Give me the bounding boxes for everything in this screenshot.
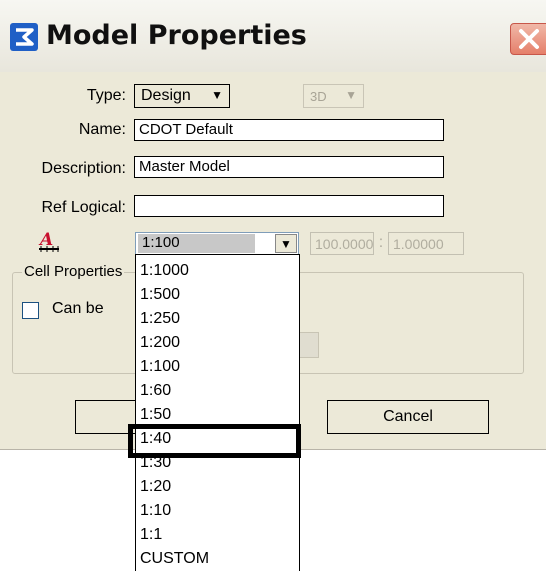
title-bar: Model Properties — [0, 0, 546, 72]
dropdown-option[interactable]: 1:20 — [140, 478, 171, 496]
annotation-scale-value: 1:100 — [138, 234, 255, 253]
dimension-value: 3D — [310, 89, 327, 104]
dropdown-option[interactable]: 1:60 — [140, 382, 171, 400]
close-button[interactable] — [510, 23, 546, 55]
chevron-down-icon — [299, 332, 319, 358]
description-field[interactable]: Master Model — [134, 156, 444, 178]
scale-ratio-left-field: 100.0000 — [310, 232, 374, 255]
dropdown-option[interactable]: 1:1000 — [140, 262, 189, 280]
name-field[interactable]: CDOT Default — [134, 119, 444, 141]
dropdown-option[interactable]: 1:500 — [140, 286, 180, 304]
annotation-scale-icon: A — [38, 230, 59, 252]
type-select[interactable]: Design ▼ — [134, 84, 230, 108]
scale-ratio-separator: : — [378, 234, 384, 251]
can-be-label: Can be — [52, 300, 104, 317]
name-value: CDOT Default — [139, 121, 233, 138]
dialog-title: Model Properties — [46, 20, 307, 51]
chevron-down-icon: ▼ — [345, 88, 357, 102]
scale-dropdown-list: 1:1000 1:500 1:250 1:200 1:100 1:60 1:50… — [135, 254, 300, 571]
cell-properties-legend: Cell Properties — [22, 263, 125, 280]
description-label: Description: — [41, 160, 126, 177]
name-label: Name: — [78, 121, 126, 138]
dropdown-option[interactable]: 1:1 — [140, 526, 162, 544]
dimension-select: 3D ▼ — [303, 84, 364, 108]
dropdown-option[interactable]: 1:10 — [140, 502, 171, 520]
description-value: Master Model — [139, 158, 230, 175]
ref-logical-field[interactable] — [134, 195, 444, 217]
can-be-checkbox[interactable] — [22, 302, 39, 319]
app-icon — [10, 23, 38, 51]
chevron-down-icon[interactable]: ▼ — [275, 234, 297, 253]
dropdown-option[interactable]: 1:50 — [140, 406, 171, 424]
type-label: Type: — [86, 87, 126, 104]
highlight-box — [128, 424, 301, 458]
svg-text:A: A — [38, 230, 53, 250]
close-icon — [519, 29, 539, 49]
cancel-button[interactable]: Cancel — [327, 400, 489, 434]
type-value: Design — [141, 87, 191, 104]
dropdown-option[interactable]: 1:250 — [140, 310, 180, 328]
annotation-scale-select[interactable]: 1:100 ▼ — [135, 232, 299, 255]
scale-ratio-right-field: 1.00000 — [388, 232, 464, 255]
dropdown-option[interactable]: CUSTOM — [140, 550, 209, 568]
ref-logical-label: Ref Logical: — [41, 199, 127, 216]
dropdown-option[interactable]: 1:200 — [140, 334, 180, 352]
dropdown-option[interactable]: 1:100 — [140, 358, 180, 376]
chevron-down-icon: ▼ — [211, 88, 223, 102]
